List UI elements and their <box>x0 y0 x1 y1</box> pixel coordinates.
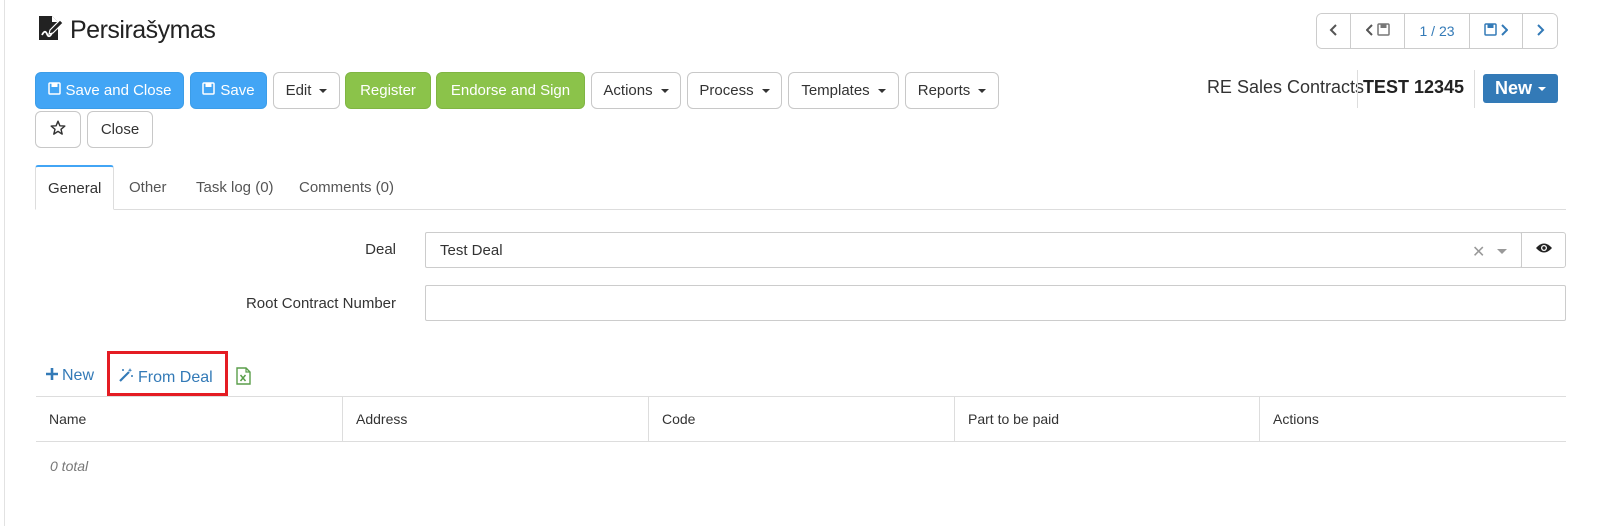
page-title-text: Persirašymas <box>70 16 216 44</box>
edit-label: Edit <box>285 82 312 99</box>
column-header-label: Code <box>662 411 696 427</box>
new-record-label: New <box>1494 78 1532 98</box>
column-header-label: Actions <box>1273 411 1319 427</box>
save-and-close-button[interactable]: Save and Close <box>35 72 184 109</box>
grid-header: Name Address Code Part to be paid Action… <box>36 396 1566 442</box>
grid-new-button[interactable]: New <box>46 367 94 385</box>
plus-icon <box>46 367 58 385</box>
endorse-and-sign-label: Endorse and Sign <box>450 82 571 99</box>
column-header-actions[interactable]: Actions <box>1259 397 1566 441</box>
process-label: Process <box>699 82 754 99</box>
chevron-right-icon <box>1535 23 1545 39</box>
register-button[interactable]: Register <box>345 72 431 109</box>
page-left-border <box>4 0 5 526</box>
save-label: Save <box>220 82 255 99</box>
column-header-code[interactable]: Code <box>648 397 954 441</box>
column-header-label: Name <box>49 411 87 427</box>
tab-task-log[interactable]: Task log (0) <box>196 165 274 210</box>
floppy-disk-icon <box>1484 23 1497 39</box>
caret-down-icon <box>1538 86 1546 91</box>
record-number: TEST 12345 <box>1362 77 1464 97</box>
chevron-left-icon <box>1365 23 1374 39</box>
divider <box>1474 70 1475 108</box>
page-title: Persirašymas <box>36 14 216 47</box>
root-contract-number-label: Root Contract Number <box>245 295 396 312</box>
prev-saved-button[interactable] <box>1351 14 1405 48</box>
column-header-address[interactable]: Address <box>342 397 648 441</box>
reports-label: Reports <box>917 82 971 99</box>
save-and-close-label: Save and Close <box>65 82 172 99</box>
tab-other-label: Other <box>129 179 167 196</box>
floppy-disk-icon <box>202 82 216 99</box>
tab-comments[interactable]: Comments (0) <box>299 165 394 210</box>
close-label: Close <box>100 121 140 138</box>
caret-down-icon <box>660 88 669 93</box>
deal-select[interactable]: Test Deal ✕ <box>425 232 1522 268</box>
highlight-box <box>107 351 228 396</box>
column-header-label: Part to be paid <box>968 411 1060 427</box>
star-icon <box>50 120 66 140</box>
divider <box>1357 70 1358 108</box>
grid-new-label: New <box>62 367 95 384</box>
column-header-label: Address <box>356 411 408 427</box>
chevron-right-icon <box>1500 23 1509 39</box>
tab-general[interactable]: General <box>35 165 115 210</box>
dropdown-arrow-icon[interactable] <box>1497 249 1507 254</box>
record-position: 1 / 23 <box>1405 14 1470 48</box>
deal-label: Deal <box>365 241 396 258</box>
grid-total-count: 0 total <box>50 458 89 474</box>
view-deal-button[interactable] <box>1521 232 1566 268</box>
endorse-and-sign-button[interactable]: Endorse and Sign <box>436 72 585 109</box>
register-label: Register <box>360 82 416 99</box>
chevron-left-icon <box>1329 23 1339 39</box>
new-record-button[interactable]: New <box>1482 74 1558 103</box>
caret-down-icon <box>978 88 987 93</box>
caret-down-icon <box>319 88 328 93</box>
root-contract-number-input[interactable] <box>425 285 1566 321</box>
prev-record-button[interactable] <box>1317 14 1351 48</box>
actions-label: Actions <box>603 82 653 99</box>
tab-task-log-label: Task log (0) <box>196 179 274 196</box>
tab-general-label: General <box>48 179 102 197</box>
caret-down-icon <box>761 88 770 93</box>
templates-dropdown-button[interactable]: Templates <box>788 72 899 109</box>
favorite-button[interactable] <box>35 111 81 148</box>
edit-dropdown-button[interactable]: Edit <box>273 72 340 109</box>
caret-down-icon <box>877 88 886 93</box>
excel-export-button[interactable] <box>236 367 251 390</box>
save-button[interactable]: Save <box>190 72 267 109</box>
tab-comments-label: Comments (0) <box>299 179 395 196</box>
column-header-name[interactable]: Name <box>36 397 342 441</box>
module-name: RE Sales Contracts <box>1206 77 1364 97</box>
clear-icon[interactable]: ✕ <box>1472 242 1485 262</box>
templates-label: Templates <box>801 82 870 99</box>
process-dropdown-button[interactable]: Process <box>687 72 782 109</box>
actions-dropdown-button[interactable]: Actions <box>591 72 681 109</box>
excel-file-icon <box>236 367 251 389</box>
tab-other[interactable]: Other <box>129 165 167 210</box>
column-header-part-to-be-paid[interactable]: Part to be paid <box>954 397 1260 441</box>
record-pager: 1 / 23 <box>1316 13 1558 49</box>
eye-icon <box>1535 241 1553 259</box>
signature-document-icon <box>36 14 64 47</box>
deal-value: Test Deal <box>440 242 503 259</box>
floppy-disk-icon <box>1376 23 1390 39</box>
floppy-disk-icon <box>47 82 61 99</box>
next-record-button[interactable] <box>1523 14 1557 48</box>
reports-dropdown-button[interactable]: Reports <box>905 72 999 109</box>
close-button[interactable]: Close <box>87 111 153 148</box>
next-saved-button[interactable] <box>1470 14 1523 48</box>
